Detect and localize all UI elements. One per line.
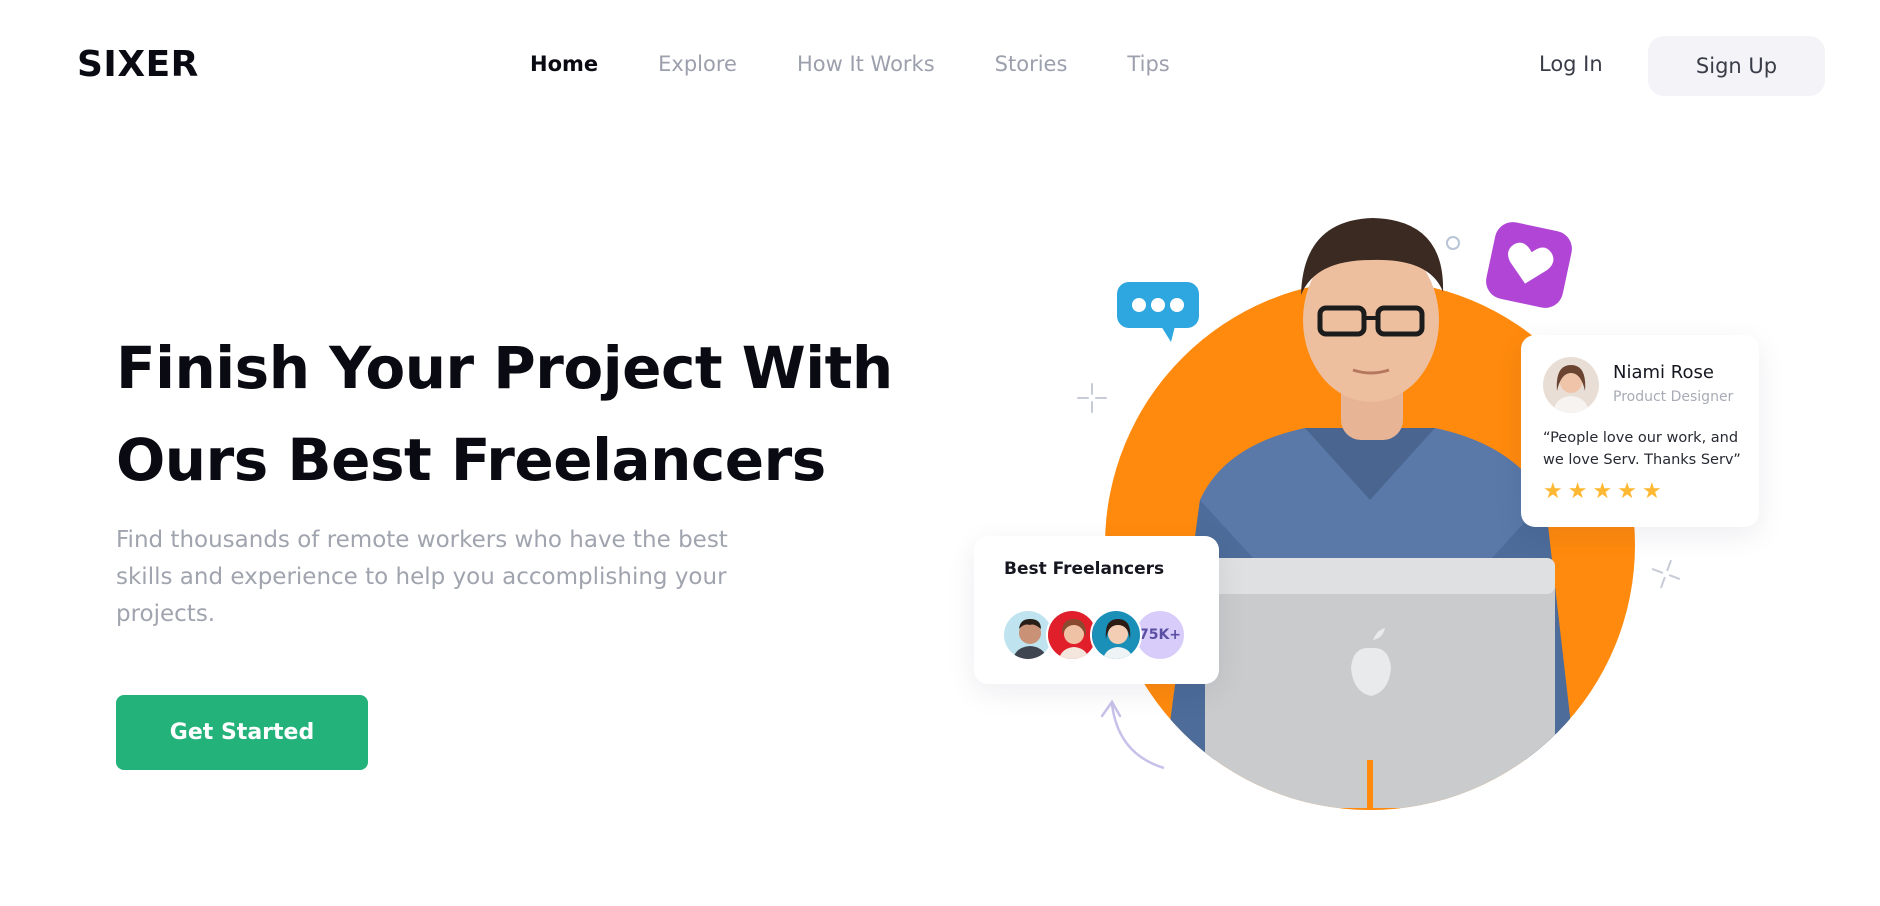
curved-arrow-icon bbox=[1100, 699, 1165, 770]
star-icon: ★ bbox=[1592, 479, 1613, 504]
star-icon: ★ bbox=[1567, 479, 1588, 504]
nav-tips[interactable]: Tips bbox=[1127, 52, 1169, 76]
hero-title: Finish Your Project With Ours Best Freel… bbox=[116, 322, 896, 506]
hero-subtitle: Find thousands of remote workers who hav… bbox=[116, 527, 728, 627]
main-nav: Home Explore How It Works Stories Tips bbox=[530, 52, 1230, 76]
logo[interactable]: SIXER bbox=[77, 44, 199, 85]
best-freelancers-card: Best Freelancers 75K+ bbox=[974, 536, 1219, 684]
nav-explore[interactable]: Explore bbox=[658, 52, 737, 76]
freelancer-avatars: 75K+ bbox=[1002, 609, 1186, 661]
heart-icon bbox=[1486, 222, 1572, 308]
hero-illustration: Best Freelancers 75K+ Niami Rose Product… bbox=[974, 200, 1780, 820]
nav-home[interactable]: Home bbox=[530, 52, 598, 76]
reviewer-name: Niami Rose bbox=[1613, 362, 1714, 383]
review-quote: “People love our work, and we love Serv.… bbox=[1543, 430, 1741, 468]
login-link[interactable]: Log In bbox=[1539, 52, 1603, 76]
sparkle-icon bbox=[1077, 383, 1107, 413]
sparkle-icon bbox=[1651, 559, 1681, 589]
decorative-ring-icon bbox=[1446, 236, 1460, 250]
signup-button[interactable]: Sign Up bbox=[1648, 36, 1825, 96]
get-started-button[interactable]: Get Started bbox=[116, 695, 368, 770]
best-freelancers-title: Best Freelancers bbox=[1004, 559, 1165, 579]
star-icon: ★ bbox=[1641, 479, 1662, 504]
chat-bubble-icon bbox=[1117, 282, 1199, 342]
nav-how-it-works[interactable]: How It Works bbox=[797, 52, 935, 76]
reviewer-role: Product Designer bbox=[1613, 389, 1734, 405]
review-card: Niami Rose Product Designer “People love… bbox=[1521, 335, 1759, 527]
hero-title-line-2: Ours Best Freelancers bbox=[116, 426, 826, 494]
star-icon: ★ bbox=[1543, 479, 1563, 504]
nav-stories[interactable]: Stories bbox=[995, 52, 1068, 76]
hero-title-line-1: Finish Your Project With bbox=[116, 334, 893, 402]
avatar[interactable] bbox=[1090, 609, 1142, 661]
rating-stars: ★ ★ ★ ★ ★ bbox=[1543, 481, 1662, 503]
star-icon: ★ bbox=[1617, 479, 1637, 504]
reviewer-avatar bbox=[1543, 357, 1599, 413]
